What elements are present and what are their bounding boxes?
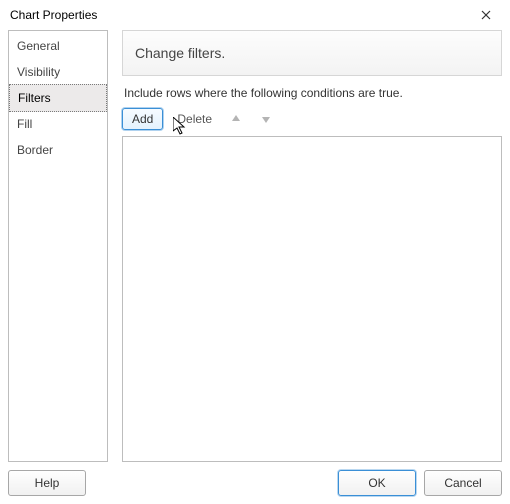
instruction-text: Include rows where the following conditi…	[122, 84, 502, 108]
move-up-button[interactable]	[226, 109, 246, 129]
close-button[interactable]	[470, 1, 502, 29]
titlebar: Chart Properties	[0, 0, 510, 30]
help-button[interactable]: Help	[8, 470, 86, 496]
sidebar-item-filters[interactable]: Filters	[9, 84, 107, 112]
sidebar-item-fill[interactable]: Fill	[9, 111, 107, 137]
filter-list[interactable]	[122, 136, 502, 462]
chart-properties-dialog: Chart Properties General Visibility Filt…	[0, 0, 510, 504]
sidebar-item-visibility[interactable]: Visibility	[9, 59, 107, 85]
section-heading: Change filters.	[122, 30, 502, 76]
arrow-down-icon	[260, 113, 272, 125]
main-panel: Change filters. Include rows where the f…	[122, 30, 502, 462]
window-title: Chart Properties	[10, 8, 470, 22]
move-down-button[interactable]	[256, 109, 276, 129]
delete-button[interactable]: Delete	[173, 109, 216, 129]
sidebar-item-general[interactable]: General	[9, 33, 107, 59]
ok-button[interactable]: OK	[338, 470, 416, 496]
sidebar-item-border[interactable]: Border	[9, 137, 107, 163]
filter-toolbar: Add Delete	[122, 108, 502, 136]
close-icon	[481, 10, 491, 20]
cancel-button[interactable]: Cancel	[424, 470, 502, 496]
add-button[interactable]: Add	[122, 108, 163, 130]
category-sidebar: General Visibility Filters Fill Border	[8, 30, 108, 462]
dialog-footer: Help OK Cancel	[0, 462, 510, 504]
arrow-up-icon	[230, 113, 242, 125]
